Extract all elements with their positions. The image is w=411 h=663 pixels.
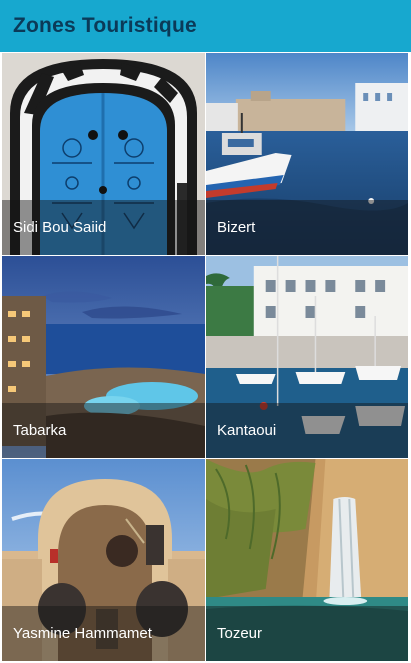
zone-name: Tozeur <box>217 625 263 642</box>
caption-overlay: Bizert <box>206 200 408 255</box>
zone-tile-tozeur[interactable]: Tozeur <box>206 459 408 661</box>
caption-overlay: Tozeur <box>206 606 408 661</box>
zone-tile-kantaoui[interactable]: Kantaoui <box>206 256 408 458</box>
zone-name: Kantaoui <box>217 422 277 439</box>
caption-overlay: Yasmine Hammamet <box>2 606 205 661</box>
zone-name: Yasmine Hammamet <box>13 625 152 642</box>
caption-overlay: Sidi Bou Saiid <box>2 200 205 255</box>
zones-grid: Sidi Bou Saiid Bizert Tabarka Kantaoui Y… <box>2 53 408 661</box>
app-bar: Zones Touristique <box>0 0 411 52</box>
caption-overlay: Tabarka <box>2 403 205 458</box>
zone-tile-sidi-bou-said[interactable]: Sidi Bou Saiid <box>2 53 205 255</box>
zone-tile-bizert[interactable]: Bizert <box>206 53 408 255</box>
app-title: Zones Touristique <box>13 14 197 37</box>
zone-name: Tabarka <box>13 422 67 439</box>
zone-tile-tabarka[interactable]: Tabarka <box>2 256 205 458</box>
zone-name: Sidi Bou Saiid <box>13 219 107 236</box>
zone-tile-yasmine-hammamet[interactable]: Yasmine Hammamet <box>2 459 205 661</box>
zone-name: Bizert <box>217 219 256 236</box>
caption-overlay: Kantaoui <box>206 403 408 458</box>
